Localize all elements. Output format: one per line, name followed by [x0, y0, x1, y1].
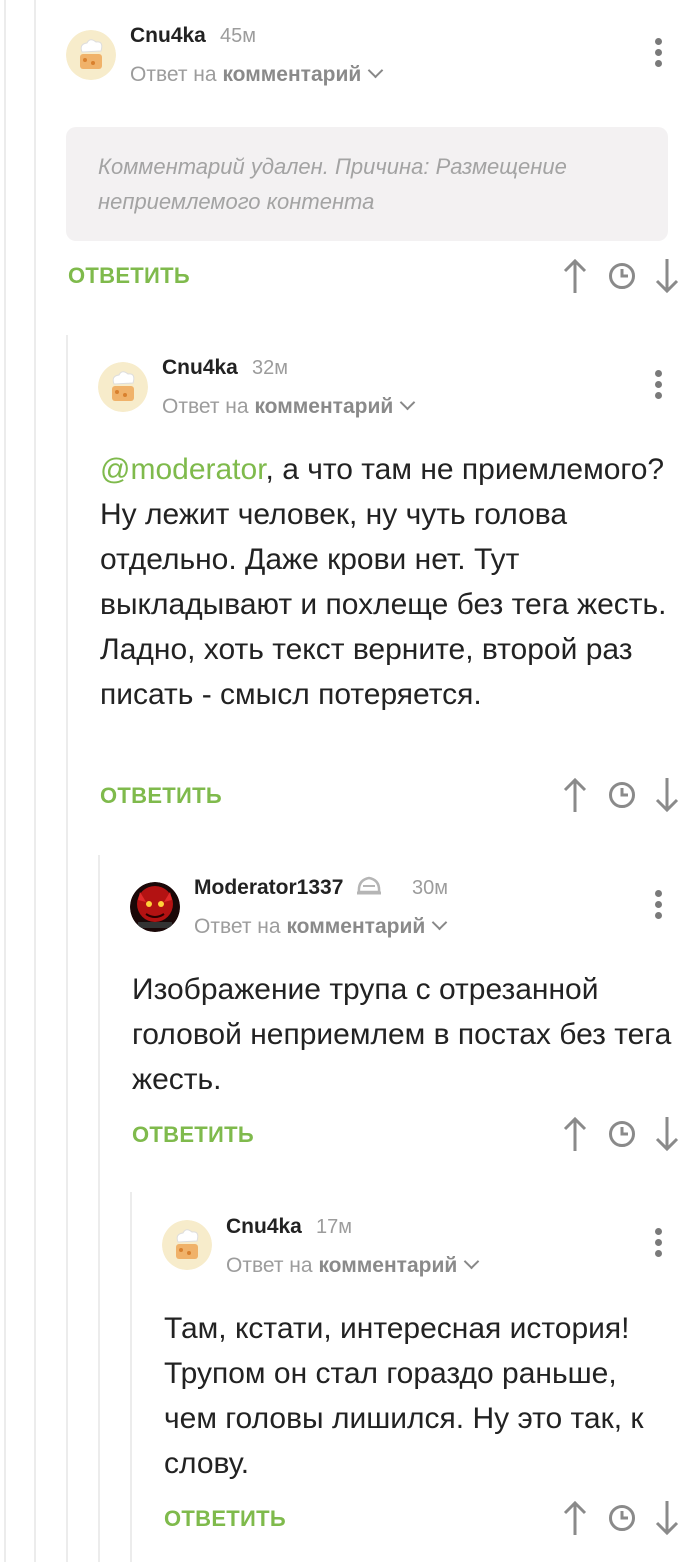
thread-line-level-2 — [66, 335, 68, 1562]
reply-to-prefix: Ответ на — [226, 1254, 313, 1277]
reply-to-link[interactable]: комментарий — [222, 63, 361, 86]
clock-icon[interactable] — [608, 781, 636, 809]
moderator-hat-icon — [357, 877, 382, 895]
comment-actions — [562, 257, 682, 295]
comment-time: 30м — [412, 877, 448, 899]
reply-to-prefix: Ответ на — [162, 395, 249, 418]
avatar[interactable] — [162, 1220, 212, 1270]
avatar[interactable] — [98, 362, 148, 412]
user-mention-link[interactable]: @moderator — [100, 453, 266, 486]
downvote-icon[interactable] — [654, 257, 680, 295]
comment-body: @moderator, а что там не приемлемого? Ну… — [100, 447, 670, 717]
downvote-icon[interactable] — [654, 776, 680, 814]
more-options-icon[interactable] — [646, 890, 670, 924]
downvote-icon[interactable] — [654, 1499, 680, 1537]
reply-to[interactable]: Ответ на комментарий — [162, 394, 416, 419]
more-options-icon[interactable] — [646, 370, 670, 404]
comment-body: Там, кстати, интересная история! Трупом … — [164, 1312, 644, 1480]
thread-line-level-4 — [130, 1192, 132, 1562]
comment-time: 17м — [316, 1216, 352, 1238]
more-options-icon[interactable] — [646, 1228, 670, 1262]
more-options-icon[interactable] — [646, 38, 670, 72]
thread-line-level-3 — [98, 855, 100, 1562]
clock-icon[interactable] — [608, 262, 636, 290]
upvote-icon[interactable] — [562, 1499, 588, 1537]
author-name-text: Moderator1337 — [194, 876, 344, 899]
author-name[interactable]: Moderator1337 — [194, 876, 383, 900]
reply-button[interactable]: ОТВЕТИТЬ — [132, 1122, 254, 1148]
red-demon-avatar-icon — [130, 882, 180, 932]
reply-to-link[interactable]: комментарий — [318, 1254, 457, 1277]
comment-time: 32м — [252, 357, 288, 379]
clock-icon[interactable] — [608, 1504, 636, 1532]
comment-actions — [562, 776, 682, 814]
chevron-down-icon[interactable] — [367, 62, 384, 79]
reply-button[interactable]: ОТВЕТИТЬ — [164, 1506, 286, 1532]
clock-icon[interactable] — [608, 1120, 636, 1148]
reply-to-link[interactable]: комментарий — [254, 395, 393, 418]
comment-time: 45м — [220, 25, 256, 47]
reply-to[interactable]: Ответ на комментарий — [194, 914, 448, 939]
author-name[interactable]: Cnu4ka — [162, 356, 238, 380]
chef-cake-avatar-icon — [162, 1220, 212, 1270]
upvote-icon[interactable] — [562, 257, 588, 295]
chef-cake-avatar-icon — [66, 30, 116, 80]
chevron-down-icon[interactable] — [463, 1253, 480, 1270]
reply-to-link[interactable]: комментарий — [286, 915, 425, 938]
comment-text: , а что там не приемлемого? Ну лежит чел… — [100, 453, 667, 711]
reply-button[interactable]: ОТВЕТИТЬ — [100, 783, 222, 809]
deleted-comment-notice: Комментарий удален. Причина: Размещение … — [66, 127, 668, 241]
upvote-icon[interactable] — [562, 776, 588, 814]
upvote-icon[interactable] — [562, 1115, 588, 1153]
author-name[interactable]: Cnu4ka — [226, 1215, 302, 1239]
chevron-down-icon[interactable] — [431, 914, 448, 931]
thread-line-level-1 — [34, 0, 36, 1562]
reply-to-prefix: Ответ на — [130, 63, 217, 86]
avatar[interactable] — [130, 882, 180, 932]
avatar[interactable] — [66, 30, 116, 80]
reply-button[interactable]: ОТВЕТИТЬ — [68, 263, 190, 289]
reply-to-prefix: Ответ на — [194, 915, 281, 938]
thread-line-level-0 — [4, 0, 6, 1562]
comment-body: Изображение трупа с отрезанной головой н… — [132, 973, 672, 1096]
comment-actions — [562, 1499, 682, 1537]
comment-actions — [562, 1115, 682, 1153]
downvote-icon[interactable] — [654, 1115, 680, 1153]
chevron-down-icon[interactable] — [399, 394, 416, 411]
chef-cake-avatar-icon — [98, 362, 148, 412]
author-name[interactable]: Cnu4ka — [130, 24, 206, 48]
reply-to[interactable]: Ответ на комментарий — [130, 62, 384, 87]
reply-to[interactable]: Ответ на комментарий — [226, 1253, 480, 1278]
